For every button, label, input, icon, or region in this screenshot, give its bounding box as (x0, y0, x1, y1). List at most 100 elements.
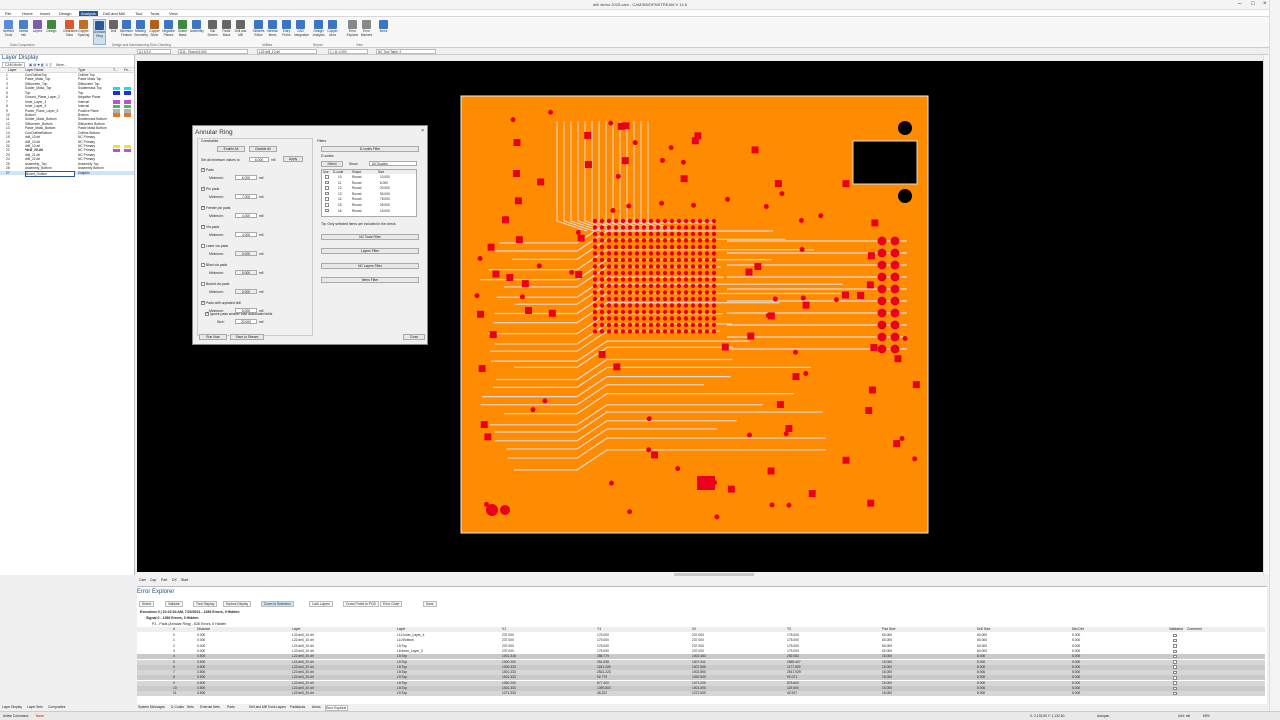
tool-table-select[interactable]: NC Tool Table: 2 (376, 49, 436, 54)
select-dropdown[interactable]: Select (321, 161, 343, 167)
ribbon-button-min-feature[interactable]: Minimum Feature (120, 19, 133, 45)
bottom-tab-nets[interactable]: Nets (187, 705, 194, 709)
ribbon-button-planes[interactable]: Negative Planes (162, 19, 175, 45)
ribbon-button-intrinsic[interactable]: Intrinsic Items (266, 19, 279, 45)
ribbon-button-clearance[interactable]: Clearance Data (63, 19, 78, 45)
dcode-row[interactable]: 13 Round 50.000 (322, 191, 416, 197)
error-row[interactable]: 1 0.000 L22:drill_10.drl L10:Bottom 237.000 1… (137, 638, 1265, 643)
dcode-use-checkbox[interactable] (325, 191, 329, 196)
canvas-tab-cam[interactable]: Cam (139, 578, 146, 582)
check-feeder-pin-pads[interactable] (201, 205, 205, 210)
ribbon-button-silk[interactable]: Silk Screen (206, 19, 219, 45)
error-row[interactable]: 6 3.500 L22:drill_20.drl L5:Top 1000.333 1181… (137, 664, 1265, 670)
zoom-select[interactable]: 1 | 11.0.000 (328, 49, 368, 54)
validated-checkbox[interactable] (1173, 686, 1177, 691)
check-via-pads[interactable] (201, 224, 205, 229)
dcode-row[interactable]: 14 Round 75.000 (322, 197, 416, 202)
hscroll-thumb[interactable] (674, 573, 754, 576)
layer-select[interactable]: L22:drill_10.drl (257, 49, 317, 54)
dcode-use-checkbox[interactable] (325, 197, 329, 201)
minimum-input[interactable]: 7.000 (235, 194, 257, 199)
check-pin-pads[interactable] (201, 186, 205, 191)
check-laser-via-pads[interactable] (201, 244, 205, 248)
set-all-input[interactable]: 6.000 (249, 157, 269, 162)
bottom-tab-padstacks[interactable]: Padstacks (290, 705, 305, 709)
enable-all-button[interactable]: Enable All (217, 146, 245, 152)
validated-checkbox[interactable] (1173, 633, 1177, 638)
minimum-input[interactable]: 0.000 (235, 251, 257, 256)
ribbon-button-analysis[interactable]: Design Analysis (312, 19, 325, 45)
close-icon[interactable]: × (1263, 1, 1267, 7)
error-row[interactable]: 5 3.500 L22:drill_20.drl L5:Top 1000.200 351.… (137, 659, 1265, 665)
check-buried-via-pads[interactable] (201, 282, 205, 286)
error-tool-cross-probe-to-pcb[interactable]: Cross Probe to PCB (343, 601, 379, 607)
menu-drill-and-mill[interactable]: Drill and Mill (101, 11, 127, 16)
error-tool-select[interactable]: Select (139, 601, 155, 607)
ribbon-button-geometry[interactable]: Missing Geometry (134, 19, 148, 45)
ribbon-button-annular-ring[interactable]: Annular Ring (93, 19, 106, 45)
dcodes-filter-button[interactable]: D-codes Filter (321, 146, 419, 152)
validated-checkbox[interactable] (1173, 691, 1177, 696)
layers-filter-button[interactable]: Layers Filter (321, 248, 419, 254)
ribbon-button-drill-mill[interactable]: Drill and Mill (234, 19, 247, 45)
dcode-row[interactable]: 10 Round 10.000 (322, 175, 416, 180)
ribbon-button-streams[interactable]: Streams Editor (252, 19, 265, 45)
canvas-tab-cap[interactable]: Cap (150, 578, 156, 582)
bottom-tab-areas[interactable]: Areas (312, 705, 321, 709)
validated-checkbox[interactable] (1173, 676, 1177, 680)
ribbon-button-drill[interactable]: Drill (107, 19, 120, 45)
validated-checkbox[interactable] (1173, 660, 1177, 664)
dcode-use-checkbox[interactable] (325, 208, 329, 213)
grid-select[interactable]: (1) 1/2.0 (137, 49, 171, 54)
bottom-tab-layers[interactable]: Layers (276, 705, 286, 709)
validated-checkbox[interactable] (1173, 681, 1177, 685)
error-tool-zoom-to-selection[interactable]: Zoom to Selection (261, 601, 294, 607)
error-row[interactable]: 10 3.500 L22:drill_20.drl L5:Top 1001.333 139… (137, 686, 1265, 691)
menu-file[interactable]: File (3, 11, 13, 16)
dcode-row[interactable]: 11 Round 6.000 (322, 180, 416, 186)
error-tree-node[interactable]: Signal 0 - 1266 Errors, 0 Hidden (146, 616, 199, 620)
bottom-tab-system-messages[interactable]: System Messages (138, 705, 165, 709)
dcode-use-checkbox[interactable] (325, 186, 329, 190)
menu-design[interactable]: Design (57, 11, 73, 16)
dcode-select[interactable]: D11 : Round 6.000 (178, 49, 248, 54)
minimum-input[interactable]: 6.000 (235, 175, 257, 180)
error-tool-save[interactable]: Save (423, 601, 437, 607)
error-tool-lock-layers[interactable]: Lock Layers (309, 601, 333, 607)
ignore-pads-checkbox[interactable] (205, 311, 209, 316)
ribbon-button-error-markers[interactable]: Error Markers (360, 19, 373, 45)
bottom-tab-drill-and-mill-tools[interactable]: Drill and Mill Tools (249, 705, 276, 709)
error-row[interactable]: 2 0.000 L22:drill_10.drl L5:Top 237.000 175.0… (137, 644, 1265, 649)
maximize-icon[interactable]: □ (1251, 1, 1255, 7)
canvas-tab-dx[interactable]: DX (172, 578, 177, 582)
bottom-tab-external-nets[interactable]: External Nets (200, 705, 220, 709)
error-tree-node[interactable]: P2 - Pads (Annular Ring) - 628 Errors, 0… (152, 622, 226, 626)
error-row[interactable]: 0 0.000 L22:drill_10.drl L11:Inner_Layer_4 2… (137, 633, 1265, 638)
ribbon-button-layers[interactable]: Layers (31, 19, 44, 45)
menu-home[interactable]: Home (20, 11, 35, 16)
show-select[interactable]: All Dcodes (369, 161, 417, 166)
error-tool-validate[interactable]: Validate (165, 601, 183, 607)
ribbon-button-design[interactable]: Design (45, 19, 58, 45)
left-tab-layer-display[interactable]: Layer Display (2, 705, 22, 709)
dcode-use-checkbox[interactable] (325, 203, 329, 207)
ribbon-button-copper[interactable]: Copper Spacing (77, 19, 90, 45)
ribbon-button-paste[interactable]: Paste Mask (220, 19, 233, 45)
layer-row[interactable]: 27 Board_Outline Graphic (0, 170, 134, 178)
error-row[interactable]: 7 3.500 L22:drill_20.drl L5:Top 1001.333 2521… (137, 670, 1265, 676)
error-row[interactable]: 3 0.000 L22:drill_10.drl L8:Inner_Layer_3 23… (137, 649, 1265, 654)
error-row[interactable]: 11 3.500 L22:drill_20.drl L5:Top 1271.333 46.… (137, 691, 1265, 697)
ribbon-button-assembly[interactable]: Assembly (190, 19, 204, 45)
ribbon-button-cad[interactable]: CAD Integration (294, 19, 309, 45)
nc-layers-filter-button[interactable]: NC Layers Filter (321, 263, 419, 269)
autopan-toggle[interactable]: Autopan (1097, 714, 1109, 718)
validated-checkbox[interactable] (1173, 670, 1177, 675)
error-tool-hydros-display[interactable]: Hydros Display (223, 601, 252, 607)
validated-checkbox[interactable] (1173, 644, 1177, 648)
error-row[interactable]: 4 3.500 L22:drill_20.drl L5:Top 1001.318 288.… (137, 654, 1265, 660)
validated-checkbox[interactable] (1173, 649, 1177, 654)
more-link[interactable]: More... (56, 63, 67, 67)
ribbon-button-items[interactable]: Items (377, 19, 390, 45)
dcode-row[interactable]: 16 Round 15.000 (322, 208, 416, 214)
error-tool-error-chart[interactable]: Error Chart (380, 601, 403, 607)
